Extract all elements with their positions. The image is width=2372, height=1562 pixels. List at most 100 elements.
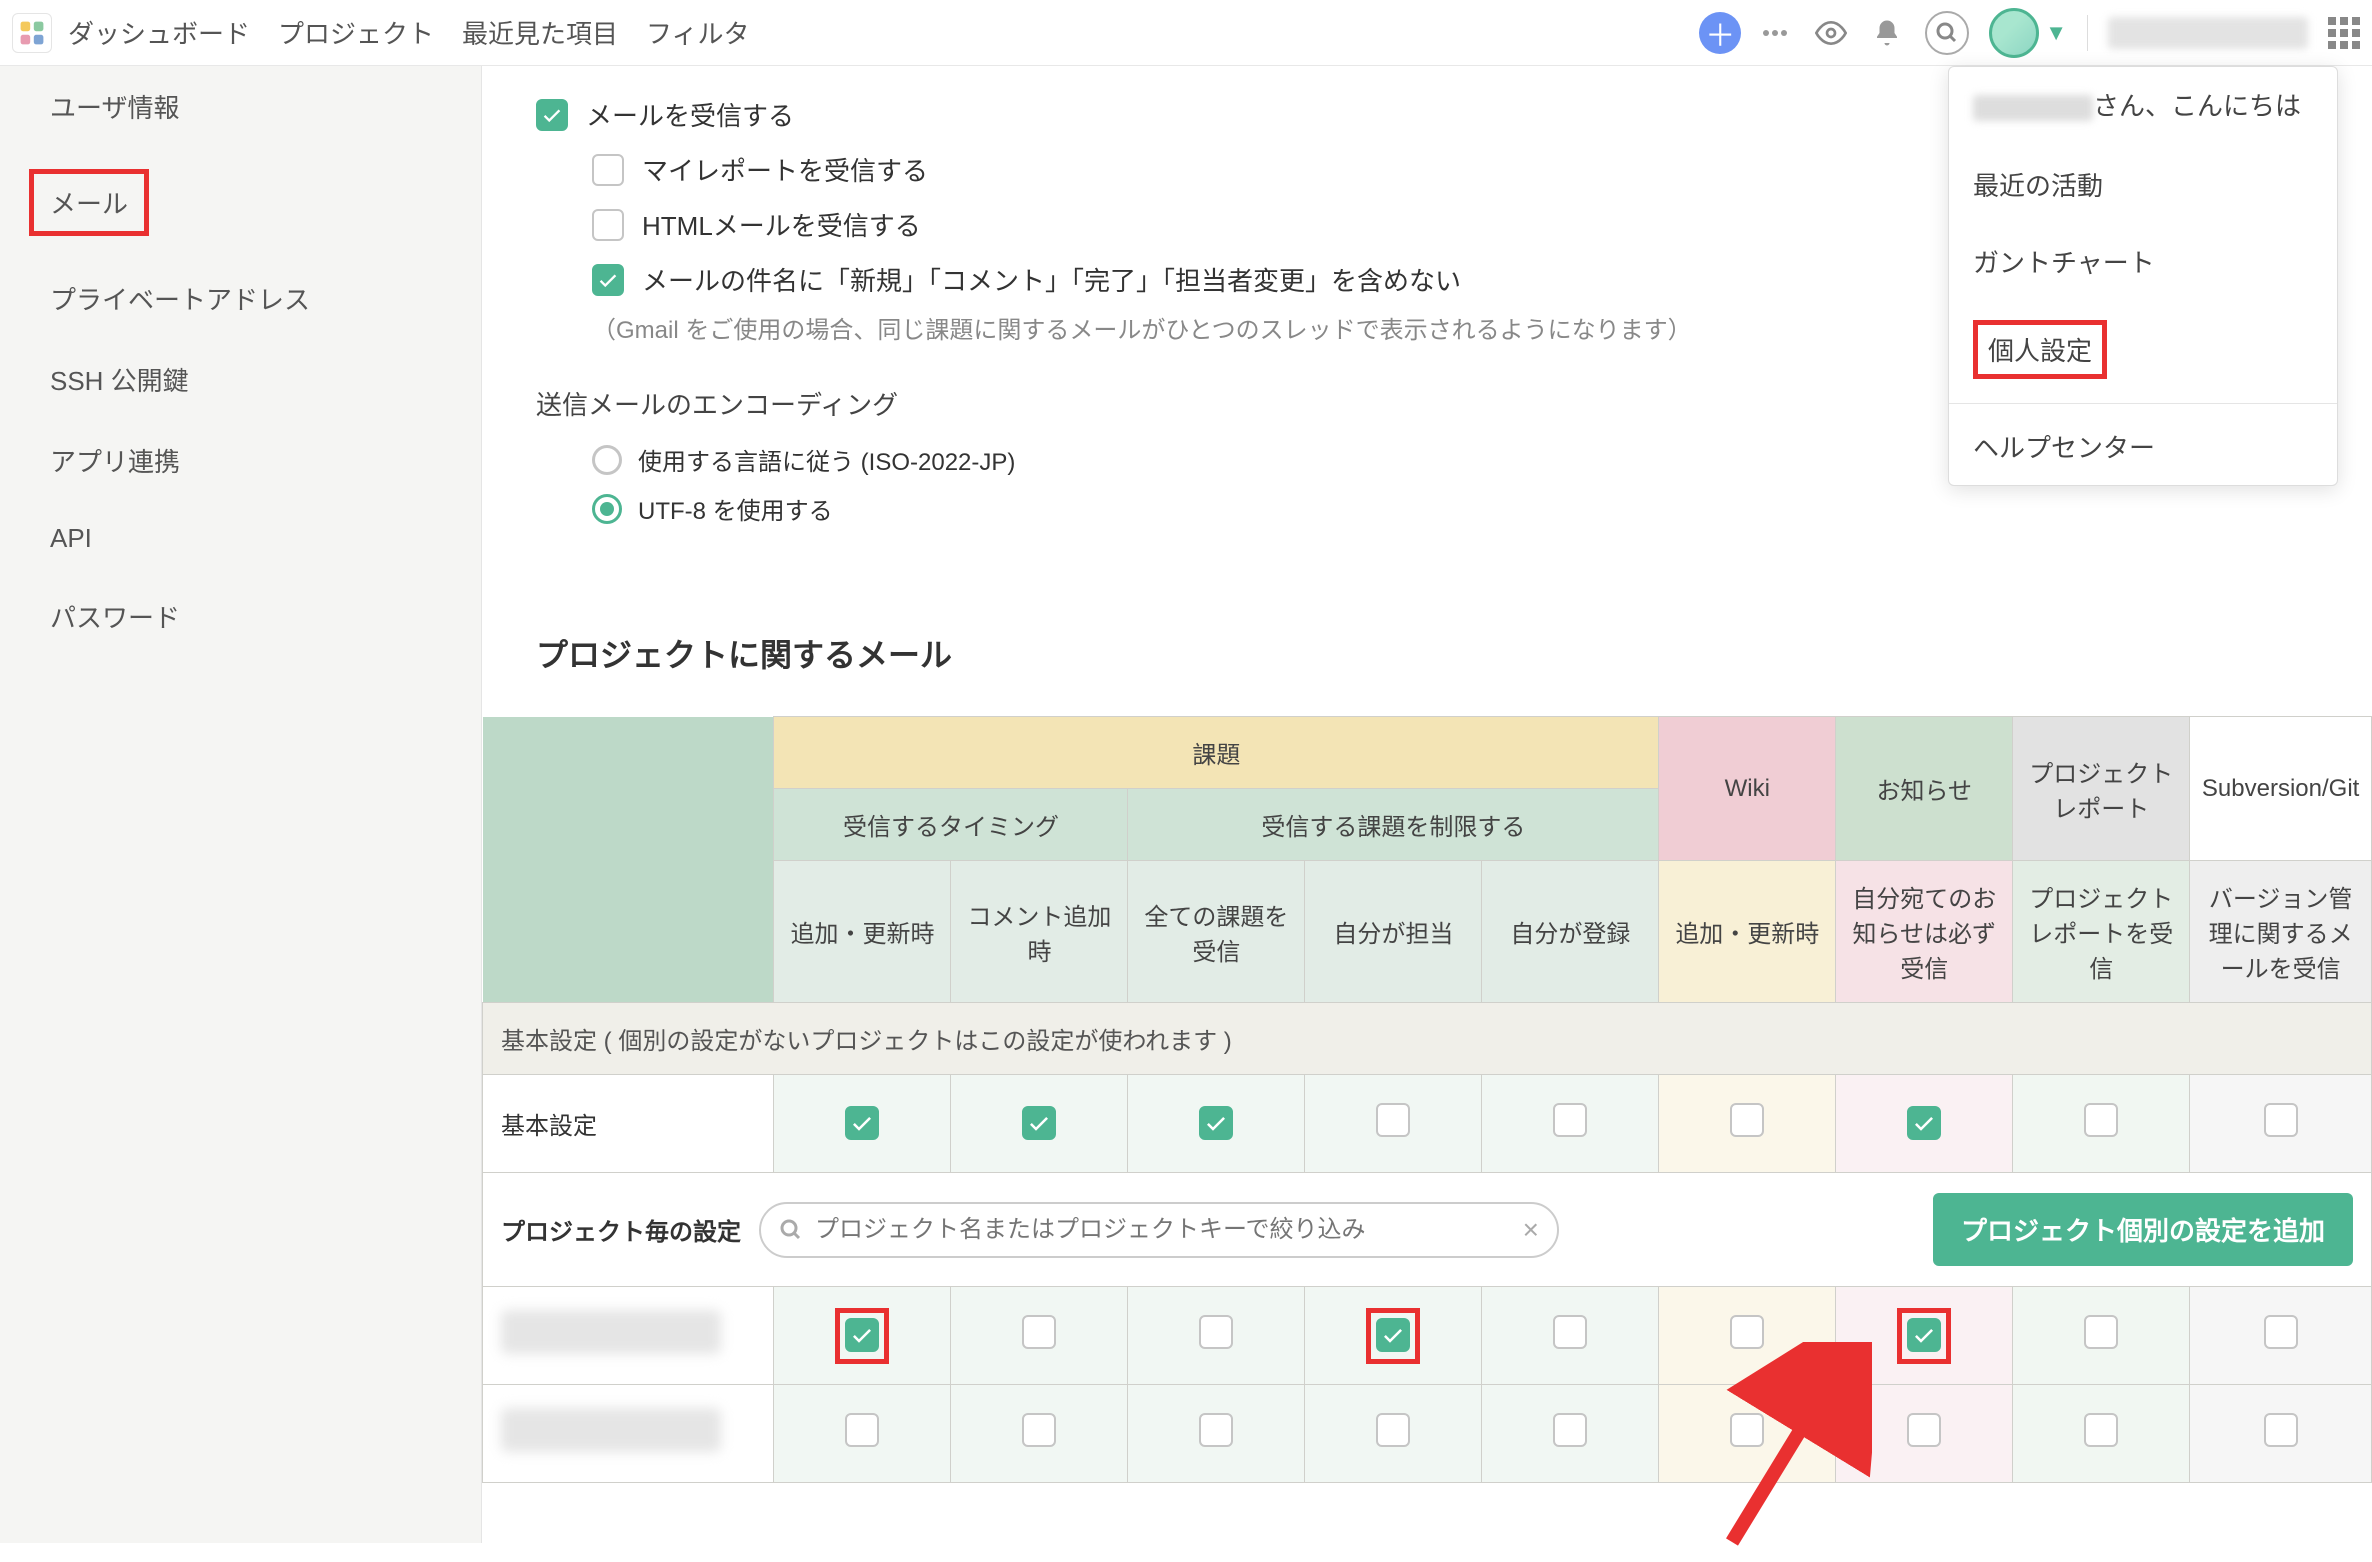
dropdown-label: 最近の活動 [1973, 171, 2103, 201]
radio-utf8[interactable]: UTF-8 を使用する [592, 491, 2318, 526]
table-checkbox[interactable] [1907, 1413, 1941, 1447]
table-cell [2013, 1287, 2190, 1385]
table-checkbox[interactable] [1553, 1103, 1587, 1137]
table-checkbox[interactable] [845, 1413, 879, 1447]
table-checkbox[interactable] [1730, 1315, 1764, 1349]
table-cell [1305, 1385, 1482, 1483]
search-icon [779, 1218, 803, 1242]
table-checkbox[interactable] [1730, 1413, 1764, 1447]
nav-projects[interactable]: プロジェクト [278, 14, 434, 51]
project-mail-heading: プロジェクトに関するメール [536, 630, 2372, 676]
more-icon[interactable] [1757, 15, 1793, 51]
table-cell [1128, 1385, 1305, 1483]
table-checkbox[interactable] [1199, 1106, 1233, 1140]
sidebar-item-mail[interactable]: メール [0, 147, 481, 258]
table-cell [774, 1075, 951, 1173]
clear-icon[interactable]: × [1523, 1214, 1539, 1246]
bell-icon[interactable] [1869, 15, 1905, 51]
dropdown-divider [1949, 403, 2337, 404]
sidebar: ユーザ情報 メール プライベートアドレス SSH 公開鍵 アプリ連携 API パ… [0, 66, 482, 1543]
th-notice: お知らせ [1836, 717, 2013, 861]
watch-icon[interactable] [1813, 15, 1849, 51]
base-settings-header: 基本設定 ( 個別の設定がないプロジェクトはこの設定が使われます ) [483, 1003, 2372, 1075]
main: さん、こんにちは 最近の活動 ガントチャート 個人設定 ヘルプセンター メールを… [482, 66, 2372, 1543]
table-checkbox[interactable] [1022, 1315, 1056, 1349]
sidebar-label: パスワード [50, 603, 180, 633]
dropdown-recent[interactable]: 最近の活動 [1949, 146, 2337, 223]
project-search[interactable]: × [759, 1202, 1559, 1258]
checkbox[interactable] [536, 99, 568, 131]
sidebar-label: アプリ連携 [50, 447, 180, 477]
user-dropdown: さん、こんにちは 最近の活動 ガントチャート 個人設定 ヘルプセンター [1948, 66, 2338, 486]
table-checkbox[interactable] [2264, 1413, 2298, 1447]
table-cell [774, 1385, 951, 1483]
dropdown-gantt[interactable]: ガントチャート [1949, 223, 2337, 300]
th-col: 追加・更新時 [774, 861, 951, 1003]
table-checkbox[interactable] [2084, 1413, 2118, 1447]
dropdown-label: ヘルプセンター [1973, 433, 2155, 463]
table-checkbox[interactable] [1553, 1315, 1587, 1349]
table-checkbox[interactable] [1730, 1103, 1764, 1137]
avatar-menu-trigger[interactable]: ▼ [1989, 8, 2067, 58]
table-checkbox[interactable] [1907, 1106, 1941, 1140]
table-cell [951, 1385, 1128, 1483]
table-checkbox[interactable] [1376, 1413, 1410, 1447]
table-checkbox[interactable] [2084, 1103, 2118, 1137]
table-checkbox[interactable] [1553, 1413, 1587, 1447]
table-checkbox[interactable] [845, 1318, 879, 1352]
table-cell [1305, 1287, 1482, 1385]
th-col: 自分が登録 [1482, 861, 1659, 1003]
sidebar-item-private[interactable]: プライベートアドレス [0, 258, 481, 339]
th-report: プロジェクトレポート [2013, 717, 2190, 861]
project-name-cell [483, 1287, 774, 1385]
sidebar-item-userinfo[interactable]: ユーザ情報 [0, 66, 481, 147]
table-checkbox[interactable] [1376, 1103, 1410, 1137]
table-checkbox[interactable] [2264, 1103, 2298, 1137]
dropdown-label: ガントチャート [1973, 248, 2155, 278]
username-blurred [1973, 95, 2093, 121]
apps-icon[interactable] [2328, 17, 2360, 49]
table-checkbox[interactable] [1376, 1318, 1410, 1352]
dropdown-help[interactable]: ヘルプセンター [1949, 408, 2337, 485]
nav-filter[interactable]: フィルタ [646, 14, 749, 51]
table-checkbox[interactable] [1907, 1318, 1941, 1352]
table-cell [2190, 1075, 2372, 1173]
table-checkbox[interactable] [1199, 1413, 1233, 1447]
sidebar-item-password[interactable]: パスワード [0, 576, 481, 657]
radio-label: 使用する言語に従う (ISO-2022-JP) [638, 442, 1015, 477]
table-checkbox[interactable] [1022, 1106, 1056, 1140]
project-mail-table: 課題 Wiki お知らせ プロジェクトレポート Subversion/Git 受… [482, 716, 2372, 1483]
project-search-input[interactable] [815, 1216, 1511, 1244]
sidebar-item-integrations[interactable]: アプリ連携 [0, 420, 481, 501]
nav-dashboard[interactable]: ダッシュボード [68, 14, 250, 51]
table-cell [1659, 1075, 1836, 1173]
table-checkbox[interactable] [2084, 1315, 2118, 1349]
logo[interactable] [12, 13, 52, 53]
table-checkbox[interactable] [845, 1106, 879, 1140]
add-project-settings-button[interactable]: プロジェクト個別の設定を追加 [1933, 1193, 2353, 1266]
table-checkbox[interactable] [1199, 1315, 1233, 1349]
checkbox[interactable] [592, 154, 624, 186]
nav-recent[interactable]: 最近見た項目 [462, 14, 618, 51]
table-cell [1836, 1385, 2013, 1483]
sidebar-item-api[interactable]: API [0, 501, 481, 576]
dropdown-personal-settings[interactable]: 個人設定 [1949, 300, 2337, 399]
radio[interactable] [592, 445, 622, 475]
table-cell [1482, 1075, 1659, 1173]
space-name-blurred [2108, 17, 2308, 49]
table-checkbox[interactable] [2264, 1315, 2298, 1349]
add-button[interactable]: ＋ [1699, 12, 1741, 54]
table-cell [2013, 1385, 2190, 1483]
search-icon[interactable] [1925, 11, 1969, 55]
sidebar-item-ssh[interactable]: SSH 公開鍵 [0, 339, 481, 420]
table-checkbox[interactable] [1022, 1413, 1056, 1447]
th-timing: 受信するタイミング [774, 789, 1128, 861]
th-restrict: 受信する課題を制限する [1128, 789, 1659, 861]
dropdown-greeting: さん、こんにちは [1949, 67, 2337, 146]
table-cell [1836, 1287, 2013, 1385]
checkbox[interactable] [592, 264, 624, 296]
logo-icon [17, 18, 47, 48]
checkbox-label: メールの件名に「新規」「コメント」「完了」「担当者変更」を含めない [642, 261, 1461, 298]
radio[interactable] [592, 494, 622, 524]
checkbox[interactable] [592, 209, 624, 241]
